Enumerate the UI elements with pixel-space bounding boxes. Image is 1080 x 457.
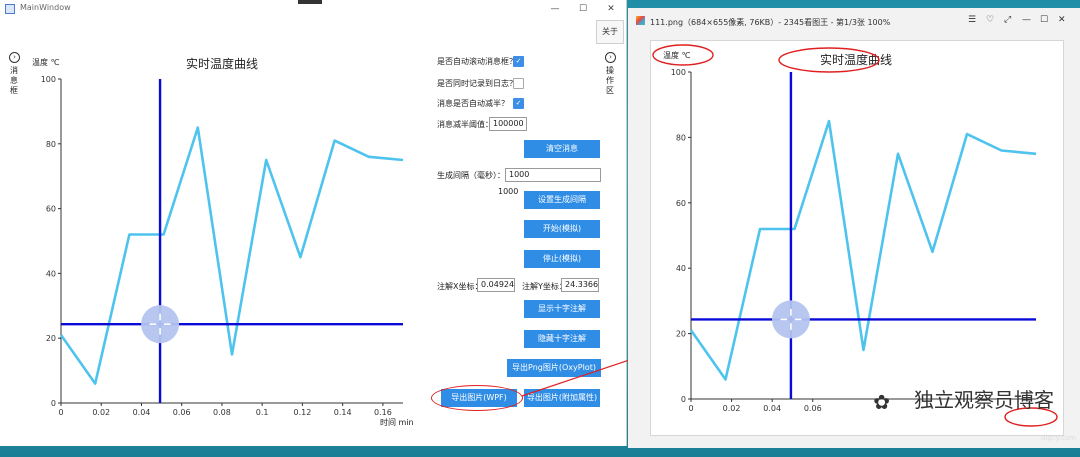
x-tick-label: 0.1: [256, 408, 269, 417]
interval-input[interactable]: 1000: [505, 168, 601, 182]
x-tick-label: 0.12: [294, 408, 312, 417]
watermark-text: 独立观察员博客: [914, 388, 1054, 412]
y-tick-label: 0: [681, 395, 686, 404]
temperature-series: [689, 119, 1037, 381]
log-to-file-checkbox[interactable]: [513, 78, 524, 89]
series-line: [59, 126, 404, 385]
x-tick-label: 0: [688, 404, 693, 413]
y-tick-label: 20: [676, 330, 686, 339]
close-button[interactable]: ✕: [598, 0, 624, 18]
minimize-icon[interactable]: —: [1022, 15, 1031, 25]
viewer-image-canvas[interactable]: 实时温度曲线 温度 ℃ 0 20 40 60 80 100 0 0.02 0.04 0.06: [650, 40, 1064, 436]
app-icon: [5, 4, 15, 14]
auto-halve-label: 消息是否自动减半？: [437, 99, 509, 108]
stop-simulation-button[interactable]: 停止(模拟): [524, 250, 600, 268]
temperature-chart[interactable]: 实时温度曲线 温度 ℃ 时间 min 0 20 40 60 80 100 0 0.02 0.0…: [0, 40, 420, 435]
temperature-series: [59, 126, 404, 385]
x-axis-ticks: 0 0.02 0.04 0.06 0.08 0.1 0.12 0.14 0.16: [58, 403, 392, 417]
y-tick-label: 40: [676, 264, 686, 273]
highlight-ellipse: [431, 385, 523, 411]
y-axis-ticks: 0 20 40 60 80 100: [41, 75, 61, 408]
x-tick-label: 0.02: [723, 404, 741, 413]
viewer-title: 111.png（684×655像素, 76KB）- 2345看图王 - 第1/3…: [650, 18, 891, 27]
start-simulation-button[interactable]: 开始(模拟): [524, 220, 600, 238]
y-tick-label: 20: [46, 334, 56, 343]
show-crosshair-button[interactable]: 显示十字注解: [524, 300, 600, 318]
y-axis-label: 温度 ℃: [663, 50, 691, 60]
series-line: [689, 119, 1037, 381]
menu-icon[interactable]: ☰: [968, 15, 976, 25]
watermark-site: dlgcy.com: [1041, 434, 1076, 442]
halve-threshold-input[interactable]: 100000: [489, 117, 527, 131]
exported-temperature-chart: 实时温度曲线 温度 ℃ 0 20 40 60 80 100 0 0.02 0.04 0.06: [652, 44, 1058, 427]
clear-messages-button[interactable]: 清空消息: [524, 140, 600, 158]
main-window: MainWindow — ☐ ✕ 关于 › 消 息 框 › 操 作 区 实时温度…: [0, 0, 627, 446]
maximize-icon[interactable]: ☐: [1040, 15, 1048, 25]
x-tick-label: 0.14: [334, 408, 352, 417]
x-tick-label: 0: [58, 408, 63, 417]
x-axis-label: 时间 min: [380, 417, 414, 427]
image-viewer-window: 111.png（684×655像素, 76KB）- 2345看图王 - 第1/3…: [628, 8, 1080, 448]
operation-panel-label: 操 作 区: [605, 66, 615, 96]
log-to-file-label: 是否同时记录到日志？: [437, 79, 517, 88]
window-title: MainWindow: [20, 3, 71, 12]
x-tick-label: 0.04: [763, 404, 781, 413]
chart-title: 实时温度曲线: [820, 52, 892, 67]
y-tick-label: 60: [676, 199, 686, 208]
x-tick-label: 0.02: [92, 408, 110, 417]
x-tick-label: 0.08: [213, 408, 231, 417]
drag-handle[interactable]: [298, 0, 322, 4]
main-title-bar[interactable]: MainWindow — ☐ ✕: [0, 0, 626, 18]
y-tick-label: 80: [46, 140, 56, 149]
export-image-attached-button[interactable]: 导出图片(附加属性): [524, 389, 600, 407]
chart-title: 实时温度曲线: [186, 56, 258, 71]
x-tick-label: 0.16: [374, 408, 392, 417]
auto-scroll-label: 是否自动滚动消息框？: [437, 57, 517, 66]
y-tick-label: 0: [51, 399, 56, 408]
y-axis-ticks: 0 20 40 60 80 100: [671, 68, 691, 404]
viewer-app-icon: [636, 16, 645, 25]
minimize-button[interactable]: —: [542, 0, 568, 18]
y-tick-label: 80: [676, 133, 686, 142]
wechat-icon: ✿: [873, 390, 890, 414]
y-tick-label: 100: [671, 68, 686, 77]
x-tick-label: 0.06: [173, 408, 191, 417]
label-char: 操: [606, 66, 614, 75]
label-char: 作: [606, 76, 614, 85]
y-axis-label: 温度 ℃: [32, 57, 60, 67]
hide-crosshair-button[interactable]: 隐藏十字注解: [524, 330, 600, 348]
fullscreen-icon[interactable]: ⤢: [1004, 15, 1011, 25]
halve-threshold-label: 消息减半阈值：: [437, 120, 493, 129]
about-button[interactable]: 关于: [596, 20, 624, 44]
y-tick-label: 100: [41, 75, 56, 84]
x-tick-label: 0.06: [804, 404, 822, 413]
set-interval-button[interactable]: 设置生成间隔: [524, 191, 600, 209]
auto-halve-checkbox[interactable]: ✓: [513, 98, 524, 109]
auto-scroll-checkbox[interactable]: ✓: [513, 56, 524, 67]
maximize-button[interactable]: ☐: [570, 0, 596, 18]
x-tick-label: 0.04: [133, 408, 151, 417]
export-png-oxyplot-button[interactable]: 导出Png图片(OxyPlot): [507, 359, 601, 377]
crosshair-handle[interactable]: [141, 305, 180, 344]
label-char: 区: [606, 86, 614, 95]
crosshair-handle[interactable]: [771, 300, 810, 339]
annotation-x-label: 注解X坐标：: [437, 282, 483, 291]
y-tick-label: 60: [46, 205, 56, 214]
annotation-y-input[interactable]: 24.3366: [561, 278, 599, 292]
close-icon[interactable]: ✕: [1058, 15, 1066, 25]
interval-current-value: 1000: [498, 187, 519, 196]
expand-operation-panel-icon[interactable]: ›: [605, 52, 616, 63]
skin-icon[interactable]: ♡: [986, 15, 994, 25]
interval-label: 生成间隔（毫秒）：: [437, 171, 505, 180]
annotation-x-input[interactable]: 0.04924: [477, 278, 515, 292]
y-tick-label: 40: [46, 269, 56, 278]
x-axis-ticks: 0 0.02 0.04 0.06: [688, 399, 822, 413]
